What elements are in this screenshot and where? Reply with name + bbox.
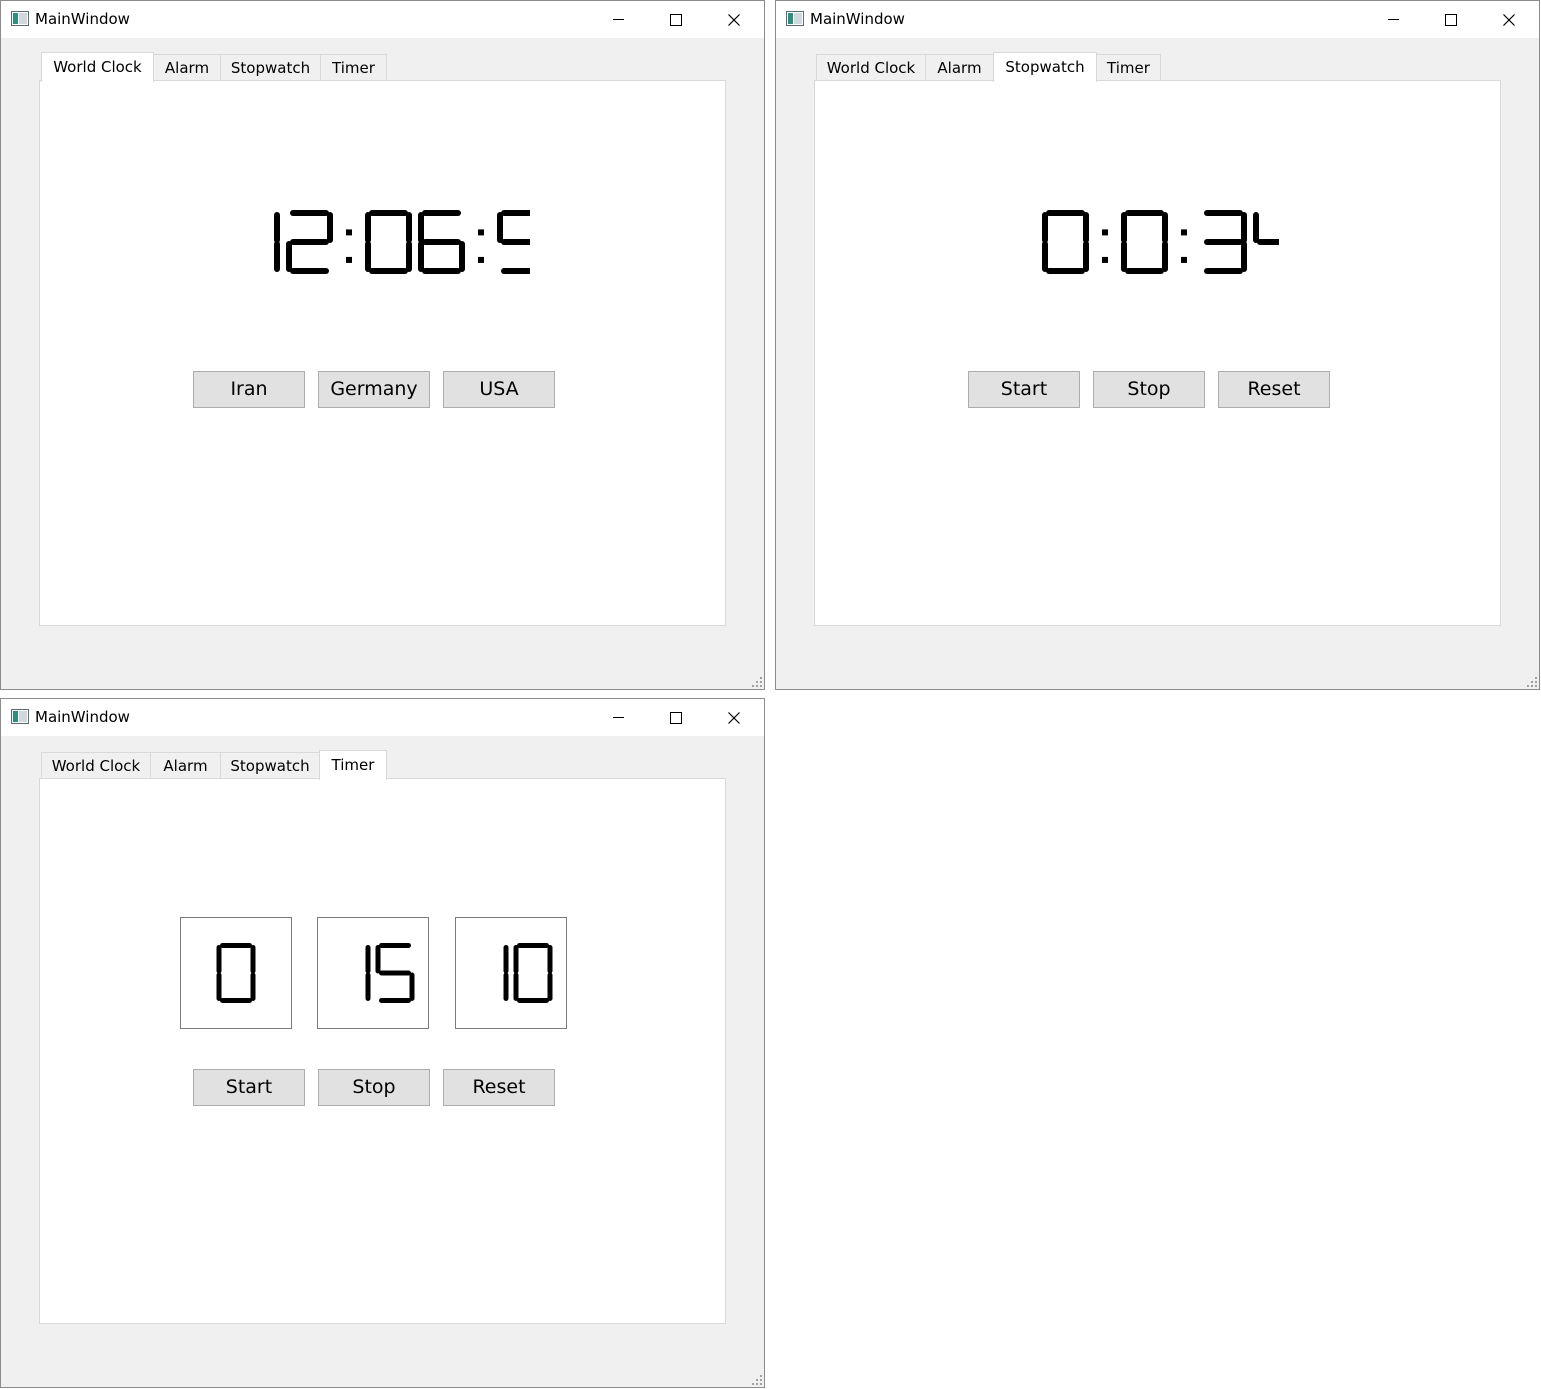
colon-dot bbox=[346, 229, 352, 236]
tab-content-stopwatch: Start Stop Reset bbox=[814, 80, 1501, 626]
tab-timer[interactable]: Timer bbox=[320, 54, 387, 81]
maximize-button[interactable] bbox=[1422, 1, 1480, 38]
hours-digits bbox=[216, 943, 256, 1003]
app-window-icon bbox=[11, 709, 29, 724]
seconds-digits bbox=[503, 943, 553, 1003]
tab-world-clock[interactable]: World Clock bbox=[816, 54, 926, 81]
colon-dot bbox=[346, 256, 352, 263]
close-button[interactable] bbox=[705, 1, 763, 38]
tab-alarm[interactable]: Alarm bbox=[150, 752, 221, 779]
tab-stopwatch[interactable]: Stopwatch bbox=[993, 52, 1097, 82]
close-icon bbox=[728, 14, 740, 26]
maximize-icon bbox=[1445, 14, 1457, 26]
germany-button[interactable]: Germany bbox=[318, 371, 430, 408]
main-window-stopwatch: MainWindow World Clock Alarm Stopwatch T… bbox=[775, 0, 1540, 690]
iran-button[interactable]: Iran bbox=[193, 371, 305, 408]
stop-button[interactable]: Stop bbox=[1093, 371, 1205, 408]
maximize-icon bbox=[670, 712, 682, 724]
close-button[interactable] bbox=[705, 699, 763, 736]
title-bar[interactable]: MainWindow bbox=[1, 1, 764, 38]
minimize-button[interactable] bbox=[589, 1, 647, 38]
tab-alarm[interactable]: Alarm bbox=[153, 54, 221, 81]
stopwatch-display bbox=[1042, 210, 1279, 274]
main-window-timer: MainWindow World Clock Alarm Stopwatch T… bbox=[0, 698, 765, 1388]
title-bar[interactable]: MainWindow bbox=[776, 1, 1539, 38]
colon-dot bbox=[478, 256, 484, 263]
minimize-icon bbox=[613, 717, 624, 718]
colon-dot bbox=[1181, 256, 1187, 263]
minutes-field[interactable] bbox=[317, 917, 429, 1029]
maximize-button[interactable] bbox=[647, 699, 705, 736]
close-button[interactable] bbox=[1480, 1, 1538, 38]
reset-button[interactable]: Reset bbox=[1218, 371, 1330, 408]
maximize-button[interactable] bbox=[647, 1, 705, 38]
tab-timer[interactable]: Timer bbox=[319, 750, 387, 780]
tab-stopwatch[interactable]: Stopwatch bbox=[220, 752, 320, 779]
tab-content-world-clock: Iran Germany USA bbox=[39, 80, 726, 626]
tab-stopwatch[interactable]: Stopwatch bbox=[220, 54, 321, 81]
hours-field[interactable] bbox=[180, 917, 292, 1029]
tab-timer[interactable]: Timer bbox=[1096, 54, 1161, 81]
minimize-icon bbox=[1388, 19, 1399, 20]
resize-grip-icon[interactable] bbox=[751, 676, 763, 688]
minimize-button[interactable] bbox=[1364, 1, 1422, 38]
window-title: MainWindow bbox=[35, 10, 130, 28]
main-window-world-clock: MainWindow World Clock Alarm Stopwatch T… bbox=[0, 0, 765, 690]
reset-button[interactable]: Reset bbox=[443, 1069, 555, 1106]
resize-grip-icon[interactable] bbox=[1526, 676, 1538, 688]
app-window-icon bbox=[11, 11, 29, 26]
usa-button[interactable]: USA bbox=[443, 371, 555, 408]
close-icon bbox=[1503, 14, 1515, 26]
seconds-field[interactable] bbox=[455, 917, 567, 1029]
maximize-icon bbox=[670, 14, 682, 26]
clock-display bbox=[274, 210, 530, 274]
colon-dot bbox=[1102, 256, 1108, 263]
close-icon bbox=[728, 712, 740, 724]
colon-dot bbox=[478, 229, 484, 236]
tab-world-clock[interactable]: World Clock bbox=[41, 752, 151, 779]
start-button[interactable]: Start bbox=[193, 1069, 305, 1106]
resize-grip-icon[interactable] bbox=[751, 1374, 763, 1386]
start-button[interactable]: Start bbox=[968, 371, 1080, 408]
tab-world-clock[interactable]: World Clock bbox=[41, 52, 154, 82]
title-bar[interactable]: MainWindow bbox=[1, 699, 764, 736]
window-title: MainWindow bbox=[810, 10, 905, 28]
tab-alarm[interactable]: Alarm bbox=[925, 54, 994, 81]
minimize-button[interactable] bbox=[589, 699, 647, 736]
stop-button[interactable]: Stop bbox=[318, 1069, 430, 1106]
minimize-icon bbox=[613, 19, 624, 20]
colon-dot bbox=[1102, 229, 1108, 236]
tab-content-timer: Start Stop Reset bbox=[39, 778, 726, 1324]
colon-dot bbox=[1181, 229, 1187, 236]
app-window-icon bbox=[786, 11, 804, 26]
window-title: MainWindow bbox=[35, 708, 130, 726]
minutes-digits bbox=[365, 943, 415, 1003]
